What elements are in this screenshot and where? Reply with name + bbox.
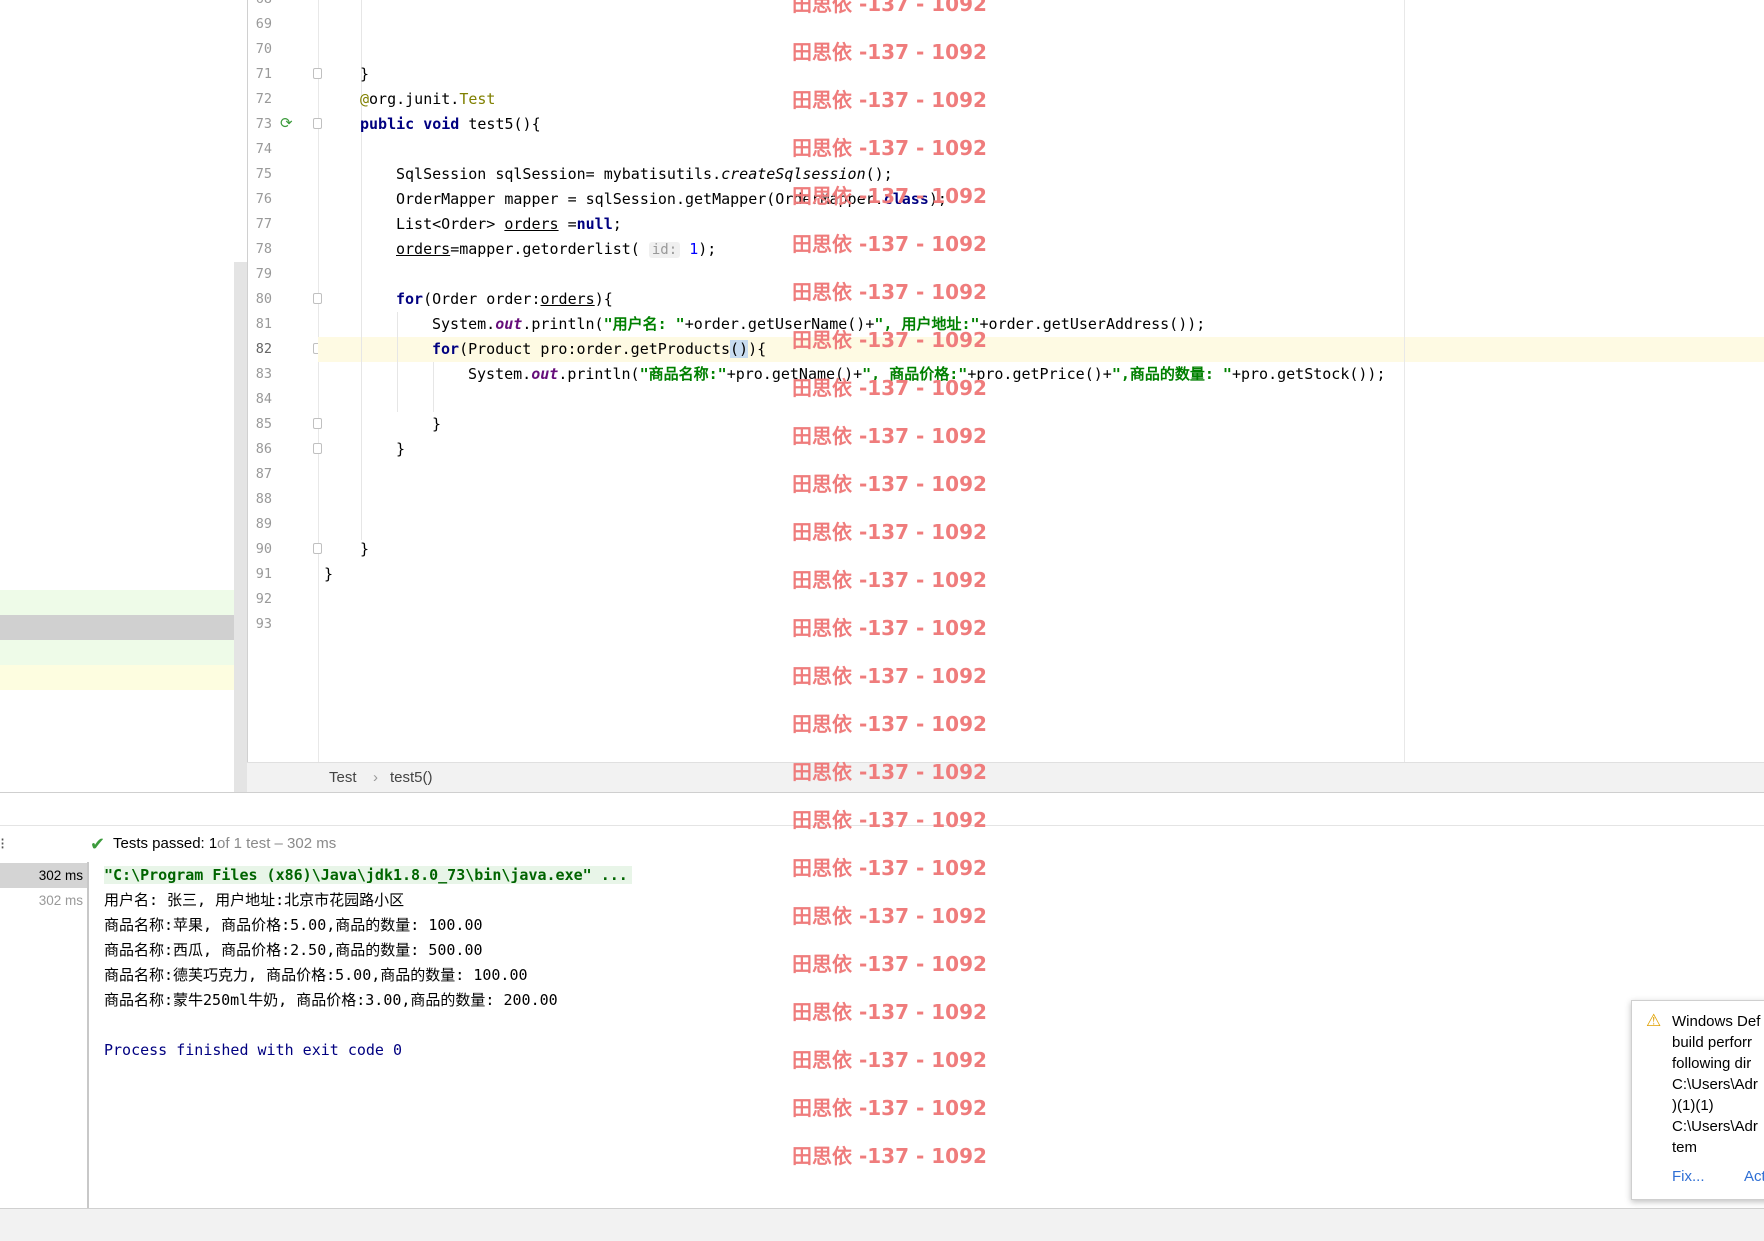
code-line-91: } <box>324 565 334 583</box>
status-bar <box>0 1208 1764 1241</box>
panel-row-highlight <box>0 640 247 665</box>
watermark-text: 田思依 -137 - 1092 <box>792 856 987 880</box>
console-line: 商品名称:蒙牛250ml牛奶, 商品价格:3.00,商品的数量: 200.00 <box>104 991 558 1009</box>
check-icon: ✔ <box>90 834 106 854</box>
indent-guide <box>433 362 434 412</box>
watermark-text: 田思依 -137 - 1092 <box>792 1144 987 1168</box>
indent-guide <box>397 312 398 412</box>
panel-row-highlight <box>0 590 247 615</box>
line-number: 69 <box>255 16 272 32</box>
line-number: 72 <box>255 91 272 107</box>
tests-count-label: of 1 test – 302 ms <box>217 835 337 852</box>
watermark-text: 田思依 -137 - 1092 <box>792 280 987 304</box>
code-editor[interactable]: } @org.junit.Test public void test5(){ S… <box>318 0 1764 762</box>
panel-row-selected[interactable] <box>0 615 247 640</box>
watermark-text: 田思依 -137 - 1092 <box>792 0 987 16</box>
watermark-text: 田思依 -137 - 1092 <box>792 88 987 112</box>
watermark-text: 田思依 -137 - 1092 <box>792 952 987 976</box>
watermark-text: 田思依 -137 - 1092 <box>792 760 987 784</box>
console-command-line: "C:\Program Files (x86)\Java\jdk1.8.0_73… <box>104 863 632 888</box>
watermark-text: 田思依 -137 - 1092 <box>792 328 987 352</box>
test-tree-row[interactable]: 302 ms <box>0 888 87 913</box>
line-number: 91 <box>255 566 272 582</box>
code-line-82: for(Product pro:order.getProducts()){ <box>432 340 767 358</box>
actions-link[interactable]: Actio <box>1744 1168 1764 1185</box>
watermark-text: 田思依 -137 - 1092 <box>792 712 987 736</box>
line-number: 81 <box>255 316 272 332</box>
line-number: 71 <box>255 66 272 82</box>
settings-icon[interactable]: ⁝ <box>0 834 5 854</box>
warning-icon: ⚠ <box>1646 1011 1662 1030</box>
watermark-text: 田思依 -137 - 1092 <box>792 472 987 496</box>
defender-notification[interactable]: ⚠ Windows Def build perforr following di… <box>1631 1000 1764 1200</box>
breadcrumb-item-method[interactable]: test5() <box>390 769 433 786</box>
watermark-text: 田思依 -137 - 1092 <box>792 568 987 592</box>
test-tree: 302 ms 302 ms <box>0 862 89 1208</box>
console-exit-line: Process finished with exit code 0 <box>104 1041 403 1059</box>
console-line: 商品名称:苹果, 商品价格:5.00,商品的数量: 100.00 <box>104 916 483 934</box>
watermark-text: 田思依 -137 - 1092 <box>792 136 987 160</box>
watermark-text: 田思依 -137 - 1092 <box>792 664 987 688</box>
line-number: 93 <box>255 616 272 632</box>
editor-gutter: 68 69 70 71 72 73 74 75 76 77 78 79 80 81 82 83 84 85 86 87… <box>247 0 322 762</box>
line-number: 78 <box>255 241 272 257</box>
code-line-78: orders=mapper.getorderlist( id: 1); <box>396 240 717 258</box>
fix-link[interactable]: Fix... <box>1672 1168 1705 1185</box>
line-number: 88 <box>255 491 272 507</box>
watermark-text: 田思依 -137 - 1092 <box>792 376 987 400</box>
watermark-text: 田思依 -137 - 1092 <box>792 808 987 832</box>
watermark-text: 田思依 -137 - 1092 <box>792 616 987 640</box>
right-margin-guide <box>1404 0 1405 762</box>
line-number: 90 <box>255 541 272 557</box>
panel-scrollbar[interactable] <box>234 262 247 792</box>
watermark-text: 田思依 -137 - 1092 <box>792 520 987 544</box>
watermark-text: 田思依 -137 - 1092 <box>792 40 987 64</box>
watermark-text: 田思依 -137 - 1092 <box>792 1000 987 1024</box>
line-number: 92 <box>255 591 272 607</box>
breadcrumb-item-class[interactable]: Test <box>329 769 357 786</box>
code-line-90: } <box>360 540 370 558</box>
tests-passed-label: Tests passed: 1 <box>113 835 218 852</box>
line-number: 86 <box>255 441 272 457</box>
line-number: 75 <box>255 166 272 182</box>
line-number: 83 <box>255 366 272 382</box>
notification-text: Windows Def build perforr following dir … <box>1672 1013 1761 1156</box>
run-test-icon[interactable]: ⟳ <box>280 116 293 131</box>
project-panel <box>0 0 247 792</box>
watermark-text: 田思依 -137 - 1092 <box>792 424 987 448</box>
code-line-85: } <box>432 415 442 433</box>
line-number: 84 <box>255 391 272 407</box>
line-number: 79 <box>255 266 272 282</box>
code-line-72: @org.junit.Test <box>360 90 496 108</box>
watermark-text: 田思依 -137 - 1092 <box>792 1048 987 1072</box>
line-number: 85 <box>255 416 272 432</box>
line-number: 87 <box>255 466 272 482</box>
code-line-77: List<Order> orders =null; <box>396 215 622 233</box>
line-number: 74 <box>255 141 272 157</box>
parameter-hint: id: <box>648 242 681 258</box>
line-number: 70 <box>255 41 272 57</box>
console-line: 用户名: 张三, 用户地址:北京市花园路小区 <box>104 891 405 909</box>
line-number: 89 <box>255 516 272 532</box>
line-number: 82 <box>255 341 272 357</box>
breadcrumb: Test › test5() <box>247 762 1764 793</box>
watermark-text: 田思依 -137 - 1092 <box>792 904 987 928</box>
line-number: 73 <box>255 116 272 132</box>
line-number: 80 <box>255 291 272 307</box>
line-number: 77 <box>255 216 272 232</box>
code-line-73: public void test5(){ <box>360 115 541 133</box>
watermark-text: 田思依 -137 - 1092 <box>792 232 987 256</box>
code-line-80: for(Order order:orders){ <box>396 290 613 308</box>
console-line: 商品名称:德芙巧克力, 商品价格:5.00,商品的数量: 100.00 <box>104 966 528 984</box>
watermark-text: 田思依 -137 - 1092 <box>792 184 987 208</box>
code-line-71: } <box>360 65 370 83</box>
test-tree-row[interactable]: 302 ms <box>0 863 87 888</box>
breadcrumb-separator: › <box>373 769 378 786</box>
line-number: 76 <box>255 191 272 207</box>
watermark-text: 田思依 -137 - 1092 <box>792 1096 987 1120</box>
code-line-86: } <box>396 440 406 458</box>
line-number: 68 <box>248 0 272 12</box>
console-line: 商品名称:西瓜, 商品价格:2.50,商品的数量: 500.00 <box>104 941 483 959</box>
panel-row-highlight <box>0 665 247 690</box>
